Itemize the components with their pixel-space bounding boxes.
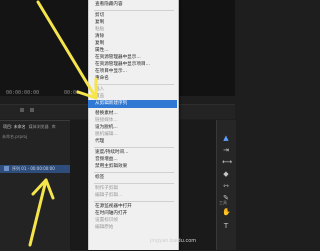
sequence-icon <box>4 166 9 171</box>
menu-item-edit-subclip[interactable]: 编辑子剪辑... <box>88 192 177 200</box>
ripple-edit-icon[interactable]: ⟷ <box>222 158 232 166</box>
play-button[interactable] <box>20 108 24 112</box>
menu-separator <box>94 172 174 173</box>
tab-project[interactable]: 项目: 未命名 <box>3 123 26 131</box>
menu-item-show-hidden[interactable]: 查看隐藏内容 <box>88 1 177 9</box>
menu-item-proxy[interactable]: 代理 <box>88 138 177 146</box>
premiere-window: 00:00:00:00 00:00 项目: 未命名 媒体浏览器 库 未命名.pr… <box>0 0 236 251</box>
menu-separator <box>94 201 174 202</box>
slip-icon[interactable]: ⇿ <box>222 182 230 190</box>
menu-item-label[interactable]: 标签 <box>88 174 177 182</box>
select-tool-icon[interactable]: ▲ <box>222 134 230 142</box>
menu-separator <box>94 10 174 11</box>
menu-item-disable-masterclip-effects[interactable]: 禁用主剪辑效果 <box>88 163 177 171</box>
source-timecode: 00:00:00:00 <box>6 90 40 96</box>
menu-separator <box>94 183 174 184</box>
source-duration: 00:00 <box>64 90 80 96</box>
type-icon[interactable]: T <box>222 222 230 230</box>
hand-icon[interactable]: ✋ <box>222 208 231 216</box>
menu-item-new-sequence-from-clip[interactable]: 从剪辑新建序列 <box>88 100 177 108</box>
project-file-name: 未命名.prproj <box>2 134 28 139</box>
menu-item-edit-original[interactable]: 编辑原始 <box>88 224 177 232</box>
source-monitor <box>0 0 90 96</box>
sequence-label: 序列 01 - 00:00:00:00 <box>12 166 55 171</box>
project-panel-tabs: 项目: 未命名 媒体浏览器 库 <box>0 123 70 131</box>
tab-library[interactable]: 库 <box>52 123 56 131</box>
menu-separator <box>94 147 174 148</box>
watermark: jingyan.baidu.com <box>150 238 197 244</box>
tools-label: 工具 <box>219 200 227 205</box>
menu-separator <box>94 84 174 85</box>
razor-icon[interactable]: ◆ <box>222 170 230 178</box>
step-button[interactable] <box>30 108 34 112</box>
track-select-icon[interactable]: ⇥ <box>222 146 230 154</box>
tab-media-browser[interactable]: 媒体浏览器 <box>29 123 49 131</box>
menu-item-rename[interactable]: 重命名 <box>88 75 177 83</box>
